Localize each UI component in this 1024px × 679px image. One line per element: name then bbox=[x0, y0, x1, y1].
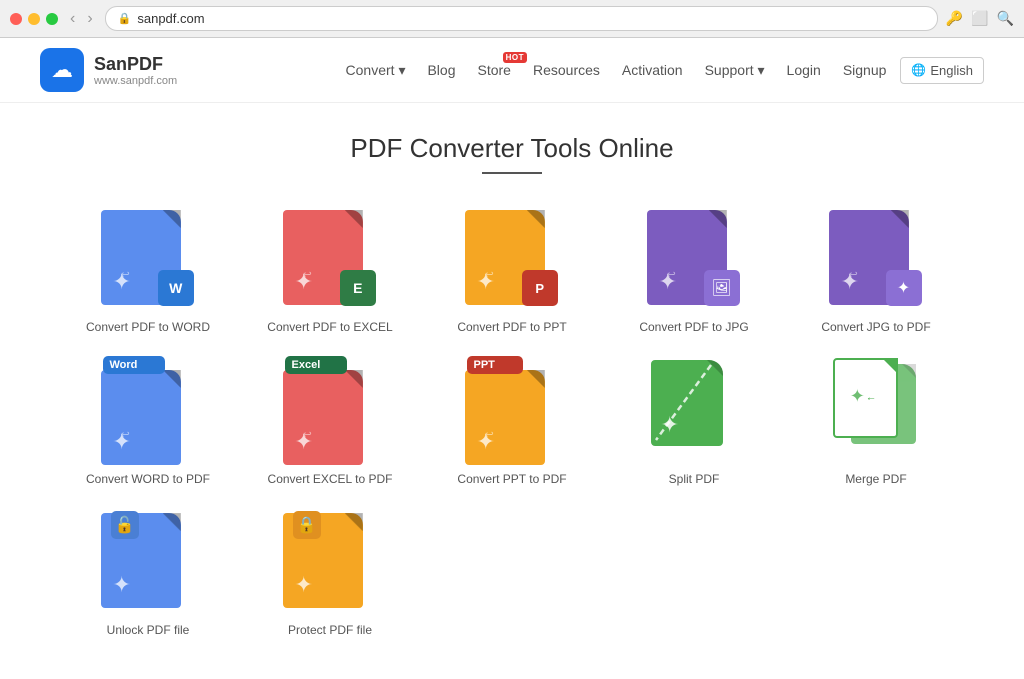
forward-button[interactable]: › bbox=[83, 8, 96, 30]
browser-chrome: ‹ › 🔒 sanpdf.com 🔑 ⬜ 🔍 bbox=[0, 0, 1024, 38]
tool-label: Convert PDF to JPG bbox=[639, 320, 748, 336]
svg-text:✦: ✦ bbox=[850, 384, 865, 405]
tool-pdf-to-ppt[interactable]: ✦ ↩ P Convert PDF to PPT bbox=[436, 204, 588, 336]
tool-label: Convert PPT to PDF bbox=[457, 472, 566, 488]
logo-text: SanPDF www.sanpdf.com bbox=[94, 54, 177, 87]
nav-buttons: ‹ › bbox=[66, 8, 97, 30]
zoom-icon[interactable]: 🔍 bbox=[997, 10, 1014, 27]
tool-pdf-to-excel[interactable]: ✦ ↩ E Convert PDF to EXCEL bbox=[254, 204, 406, 336]
header: ☁ SanPDF www.sanpdf.com Convert ▾ Blog S… bbox=[0, 38, 1024, 103]
page: ☁ SanPDF www.sanpdf.com Convert ▾ Blog S… bbox=[0, 38, 1024, 679]
tool-pdf-to-jpg[interactable]: ✦ ↩ 🖼 Convert PDF to JPG bbox=[618, 204, 770, 336]
nav-support[interactable]: Support ▾ bbox=[697, 56, 773, 85]
tools-grid: ✦ ↩ W Convert PDF to WORD ✦ ↩ bbox=[72, 204, 952, 639]
logo-url: www.sanpdf.com bbox=[94, 75, 177, 87]
nav-signup[interactable]: Signup bbox=[835, 56, 895, 84]
tool-jpg-to-pdf[interactable]: ✦ ↩ ✦ Convert JPG to PDF bbox=[800, 204, 952, 336]
tool-split-pdf[interactable]: ✦ Split PDF bbox=[618, 356, 770, 488]
key-icon[interactable]: 🔑 bbox=[946, 10, 963, 27]
globe-icon: 🌐 bbox=[911, 63, 926, 77]
svg-text:←: ← bbox=[866, 391, 877, 403]
tool-label: Unlock PDF file bbox=[107, 623, 190, 639]
minimize-button[interactable] bbox=[28, 13, 40, 25]
window-controls bbox=[10, 13, 58, 25]
tool-label: Convert PDF to EXCEL bbox=[267, 320, 392, 336]
tool-excel-to-pdf[interactable]: Excel ✦ ↩ Convert EXCEL to PDF bbox=[254, 356, 406, 488]
tool-ppt-to-pdf[interactable]: PPT ✦ ↩ Convert PPT to PDF bbox=[436, 356, 588, 488]
back-button[interactable]: ‹ bbox=[66, 8, 79, 30]
language-label: English bbox=[930, 63, 973, 78]
tool-label: Protect PDF file bbox=[288, 623, 372, 639]
tool-label: Convert EXCEL to PDF bbox=[268, 472, 393, 488]
url-text: sanpdf.com bbox=[137, 11, 204, 26]
nav: Convert ▾ Blog StoreHOT Resources Activa… bbox=[338, 56, 984, 85]
tool-label: Split PDF bbox=[669, 472, 720, 488]
maximize-button[interactable] bbox=[46, 13, 58, 25]
nav-login[interactable]: Login bbox=[779, 56, 829, 84]
logo-name: SanPDF bbox=[94, 54, 177, 75]
logo-icon: ☁ bbox=[40, 48, 84, 92]
tool-label: Merge PDF bbox=[845, 472, 906, 488]
lock-icon: 🔒 bbox=[118, 12, 132, 25]
language-button[interactable]: 🌐 English bbox=[900, 57, 984, 84]
nav-activation[interactable]: Activation bbox=[614, 56, 691, 84]
nav-convert[interactable]: Convert ▾ bbox=[338, 56, 414, 85]
nav-resources[interactable]: Resources bbox=[525, 56, 608, 84]
tool-pdf-to-word[interactable]: ✦ ↩ W Convert PDF to WORD bbox=[72, 204, 224, 336]
tool-merge-pdf[interactable]: ✦ ← Merge PDF bbox=[800, 356, 952, 488]
address-bar[interactable]: 🔒 sanpdf.com bbox=[105, 6, 938, 31]
close-button[interactable] bbox=[10, 13, 22, 25]
browser-actions: 🔑 ⬜ 🔍 bbox=[946, 10, 1014, 27]
tool-unlock-pdf[interactable]: ✦ 🔓 Unlock PDF file bbox=[72, 507, 224, 639]
nav-blog[interactable]: Blog bbox=[419, 56, 463, 84]
extension-icon[interactable]: ⬜ bbox=[971, 10, 988, 27]
tool-label: Convert JPG to PDF bbox=[821, 320, 930, 336]
hot-badge: HOT bbox=[503, 52, 527, 63]
nav-store[interactable]: StoreHOT bbox=[470, 56, 519, 84]
tool-label: Convert PDF to WORD bbox=[86, 320, 210, 336]
tool-label: Convert WORD to PDF bbox=[86, 472, 210, 488]
logo-area[interactable]: ☁ SanPDF www.sanpdf.com bbox=[40, 48, 177, 92]
main-content: PDF Converter Tools Online ✦ ↩ W Convert… bbox=[0, 103, 1024, 679]
tool-protect-pdf[interactable]: ✦ 🔒 Protect PDF file bbox=[254, 507, 406, 639]
tool-label: Convert PDF to PPT bbox=[457, 320, 566, 336]
title-underline bbox=[482, 172, 542, 174]
page-title: PDF Converter Tools Online bbox=[350, 133, 673, 164]
tool-word-to-pdf[interactable]: Word ✦ ↩ Convert WORD to PDF bbox=[72, 356, 224, 488]
